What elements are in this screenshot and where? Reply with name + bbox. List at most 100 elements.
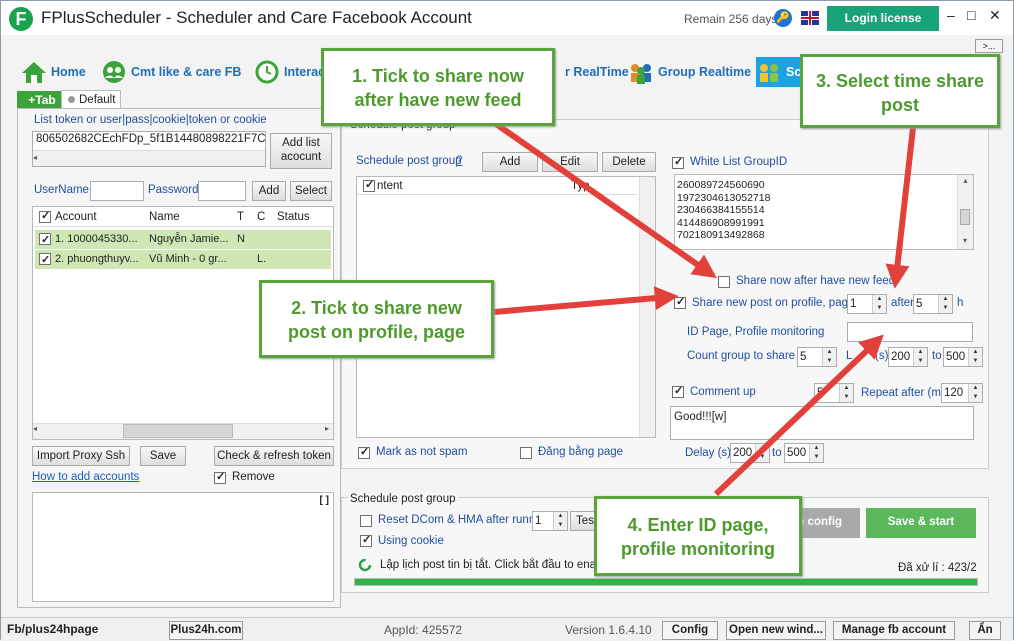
stepper-arrows-icon[interactable]: ▲ ▼ bbox=[755, 444, 769, 462]
help-link[interactable]: ? bbox=[456, 155, 462, 167]
row-account: 1. 1000045330... bbox=[55, 233, 138, 245]
comment-text-input[interactable]: Good!!![w] bbox=[670, 406, 974, 440]
maximize-button[interactable]: □ bbox=[967, 7, 975, 23]
password-input[interactable] bbox=[198, 181, 246, 201]
token-input[interactable]: 806502682CEchFDp_5f1B14480898221F7CC; ◂ bbox=[32, 131, 266, 167]
comment-up-stepper[interactable]: 5 ▲ ▼ bbox=[814, 383, 854, 403]
stepper-arrows-icon[interactable]: ▲ ▼ bbox=[938, 295, 952, 313]
version-label: Version 1.6.4.10 bbox=[565, 623, 652, 637]
close-button[interactable]: ✕ bbox=[989, 7, 1001, 24]
key-icon[interactable]: 🔑 bbox=[774, 9, 792, 27]
token-scrollbar[interactable]: ◂ bbox=[33, 150, 265, 166]
stepper-arrows-icon[interactable]: ▲ ▼ bbox=[872, 295, 886, 313]
delay-unit: (s) bbox=[875, 350, 889, 362]
col-type: Typ bbox=[571, 180, 590, 192]
stepper-arrows-icon[interactable]: ▲ ▼ bbox=[839, 384, 853, 402]
add-schedule-button[interactable]: Add bbox=[482, 152, 538, 172]
edit-schedule-button[interactable]: Edit bbox=[542, 152, 598, 172]
repeat-stepper[interactable]: 120 ▲ ▼ bbox=[941, 383, 983, 403]
after-hours-value: 5 bbox=[916, 298, 923, 310]
stepper-arrows-icon[interactable]: ▲ ▼ bbox=[968, 348, 982, 366]
reset-dcom-checkbox[interactable] bbox=[360, 515, 372, 527]
save-accounts-button[interactable]: Save bbox=[140, 446, 186, 466]
add-account-button[interactable]: Add bbox=[252, 181, 286, 201]
delay2-from-stepper[interactable]: 200 ▲ ▼ bbox=[730, 443, 770, 463]
id-page-input[interactable] bbox=[847, 322, 973, 342]
refresh-icon bbox=[358, 558, 372, 572]
add-list-account-button[interactable]: Add list acocunt bbox=[270, 133, 332, 169]
manage-fb-account-button[interactable]: Manage fb account bbox=[833, 621, 955, 640]
add-list-line1: Add list bbox=[282, 137, 320, 149]
import-proxy-button[interactable]: Import Proxy Ssh bbox=[32, 446, 130, 466]
reset-dcom-label: Reset DCom & HMA after runned bbox=[378, 514, 549, 526]
table-h-scrollbar[interactable]: ◂ ▸ bbox=[33, 423, 333, 439]
white-list-checkbox[interactable] bbox=[672, 155, 684, 169]
after-hours-stepper[interactable]: 5 ▲ ▼ bbox=[913, 294, 953, 314]
clock-icon bbox=[255, 60, 279, 84]
reset-count-stepper[interactable]: 1 ▲ ▼ bbox=[532, 511, 568, 531]
white-list-textarea[interactable]: 260089724560690 1972304613052718 2304663… bbox=[674, 174, 974, 250]
how-to-add-accounts-link[interactable]: How to add accounts bbox=[32, 471, 139, 483]
delay-from-stepper[interactable]: 200 ▲ ▼ bbox=[888, 347, 928, 367]
add-list-line2: acocunt bbox=[280, 151, 322, 163]
schedule-list-scrollbar[interactable] bbox=[639, 177, 655, 437]
uk-flag-icon[interactable] bbox=[801, 11, 819, 25]
open-new-window-button[interactable]: Open new wind... bbox=[726, 621, 826, 640]
config-button[interactable]: Config bbox=[662, 621, 718, 640]
using-cookie-checkbox[interactable] bbox=[360, 533, 372, 547]
check-refresh-token-button[interactable]: Check & refresh token bbox=[214, 446, 334, 466]
count-group-stepper[interactable]: 5 ▲ ▼ bbox=[797, 347, 837, 367]
stepper-arrows-icon[interactable]: ▲ ▼ bbox=[968, 384, 982, 402]
minimize-button[interactable]: – bbox=[947, 7, 955, 23]
tab-default[interactable]: Default bbox=[61, 90, 121, 109]
stepper-arrows-icon[interactable]: ▲ ▼ bbox=[553, 512, 567, 530]
comment-up-label: Comment up bbox=[690, 386, 756, 398]
white-list-label: White List GroupID bbox=[690, 156, 788, 168]
callout-2-line1: 2. Tick to share new bbox=[291, 298, 462, 318]
token-label: List token or user|pass|cookie|token or … bbox=[34, 114, 267, 126]
fb-page-link[interactable]: Fb/plus24hpage bbox=[7, 622, 98, 636]
tab-cmt-like[interactable]: Cmt like & care FB bbox=[101, 57, 241, 87]
share-new-post-label: Share new post on profile, page bbox=[692, 297, 855, 309]
callout-select-time: 3. Select time share post bbox=[800, 54, 1000, 128]
more-button[interactable]: >... bbox=[975, 39, 1003, 53]
save-start-button[interactable]: Save & start bbox=[866, 508, 976, 538]
delay2-to-stepper[interactable]: 500 ▲ ▼ bbox=[784, 443, 824, 463]
dang-bang-page-checkbox[interactable] bbox=[520, 447, 532, 459]
row-account: 2. phuongthuyv... bbox=[55, 253, 139, 265]
mark-not-spam-checkbox[interactable] bbox=[358, 445, 370, 459]
tab-group-realtime[interactable]: Group Realtime bbox=[628, 57, 751, 87]
add-tab-button[interactable]: +Tab bbox=[17, 91, 67, 109]
row-t: N bbox=[237, 233, 245, 245]
share-now-checkbox[interactable] bbox=[718, 276, 730, 288]
users-icon bbox=[103, 61, 125, 83]
tab-home[interactable]: Home bbox=[21, 57, 86, 87]
row-name: Vũ Minh - 0 gr... bbox=[149, 253, 227, 265]
table-row[interactable]: 2. phuongthuyv... Vũ Minh - 0 gr... L. bbox=[35, 250, 331, 270]
account-panel: List token or user|pass|cookie|token or … bbox=[17, 108, 341, 608]
site-button[interactable]: Plus24h.com bbox=[169, 621, 243, 640]
stepper-arrows-icon[interactable]: ▲ ▼ bbox=[913, 348, 927, 366]
repeat-value: 120 bbox=[944, 387, 964, 399]
whitelist-scrollbar[interactable]: ▴ ▾ bbox=[957, 175, 973, 249]
schedule-select-all-checkbox[interactable] bbox=[363, 178, 375, 192]
table-row[interactable]: 1. 1000045330... Nguyễn Jamie... N bbox=[35, 230, 331, 250]
delete-schedule-button[interactable]: Delete bbox=[602, 152, 656, 172]
home-icon bbox=[22, 62, 46, 83]
comment-up-checkbox[interactable] bbox=[672, 384, 684, 398]
select-button[interactable]: Select bbox=[290, 181, 332, 201]
share-count-stepper[interactable]: 1 ▲ ▼ bbox=[847, 294, 887, 314]
login-license-button[interactable]: Login license bbox=[827, 6, 939, 31]
remove-checkbox[interactable] bbox=[214, 470, 226, 484]
delay-to-stepper[interactable]: 500 ▲ ▼ bbox=[943, 347, 983, 367]
row-checkbox[interactable] bbox=[39, 251, 51, 270]
select-all-checkbox[interactable] bbox=[39, 209, 51, 223]
remove-label: Remove bbox=[232, 471, 275, 483]
username-input[interactable] bbox=[90, 181, 144, 201]
share-new-post-checkbox[interactable] bbox=[674, 295, 686, 309]
tab-interact[interactable]: Interac bbox=[254, 57, 325, 87]
hide-button[interactable]: Ẩn bbox=[969, 621, 1001, 640]
row-checkbox[interactable] bbox=[39, 231, 51, 250]
stepper-arrows-icon[interactable]: ▲ ▼ bbox=[809, 444, 823, 462]
stepper-arrows-icon[interactable]: ▲ ▼ bbox=[822, 348, 836, 366]
